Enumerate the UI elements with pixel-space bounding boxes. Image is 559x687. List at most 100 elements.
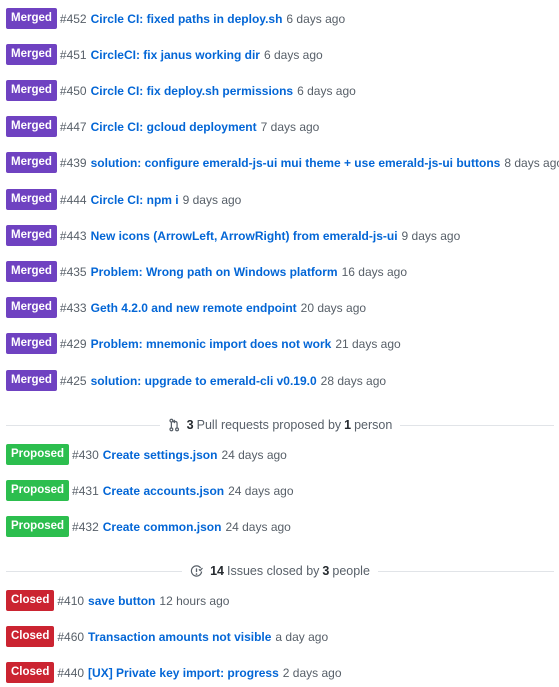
issue-number: #460 <box>57 629 85 644</box>
merged-badge: Merged <box>6 225 57 246</box>
divider-line <box>400 424 555 426</box>
pr-time: 24 days ago <box>228 483 294 498</box>
pr-time: 9 days ago <box>182 192 242 207</box>
pr-time: 6 days ago <box>297 83 356 98</box>
pr-title-link[interactable]: Problem: mnemonic import does not work <box>91 337 332 351</box>
pr-title-link[interactable]: Circle CI: npm i <box>91 193 179 207</box>
divider-line <box>6 570 183 572</box>
closed-issue-row: Closed #460 Transaction amounts not visi… <box>6 626 328 647</box>
merged-badge: Merged <box>6 297 57 318</box>
closed-count: 14 <box>210 564 224 578</box>
closed-issue-row: Closed #410 save button 12 hours ago <box>6 590 229 611</box>
merged-badge: Merged <box>6 152 57 173</box>
pr-number: #432 <box>72 519 99 534</box>
closed-people-label: people <box>332 564 370 578</box>
pr-time: 24 days ago <box>225 519 291 534</box>
pr-title-link[interactable]: Problem: Wrong path on Windows platform <box>91 265 338 279</box>
issue-time: 12 hours ago <box>159 593 230 608</box>
issue-title-link[interactable]: save button <box>88 594 155 608</box>
pr-number: #451 <box>59 47 87 62</box>
pr-title-link[interactable]: Create accounts.json <box>103 484 224 498</box>
divider-line <box>6 424 160 426</box>
pr-number: #429 <box>59 336 87 351</box>
proposed-pr-row: Proposed #432 Create common.json 24 days… <box>6 516 291 537</box>
pr-title-link[interactable]: Circle CI: fix deploy.sh permissions <box>91 84 294 98</box>
pr-title-link[interactable]: New icons (ArrowLeft, ArrowRight) from e… <box>91 229 398 243</box>
merged-pr-row: Merged #443 New icons (ArrowLeft, ArrowR… <box>6 225 460 246</box>
pr-number: #443 <box>59 228 87 243</box>
closed-badge: Closed <box>6 590 55 611</box>
proposed-badge: Proposed <box>6 516 70 537</box>
merged-badge: Merged <box>6 8 57 29</box>
issue-title-link[interactable]: Transaction amounts not visible <box>88 630 271 644</box>
git-pull-request-icon <box>169 418 179 432</box>
issue-time: a day ago <box>275 629 329 644</box>
proposed-pr-row: Proposed #431 Create accounts.json 24 da… <box>6 480 294 501</box>
pr-number: #425 <box>59 373 87 388</box>
merged-badge: Merged <box>6 80 57 101</box>
pr-time: 6 days ago <box>286 11 346 26</box>
merged-pr-row: Merged #439 solution: configure emerald-… <box>6 152 559 173</box>
merged-badge: Merged <box>6 261 57 282</box>
closed-badge: Closed <box>6 662 55 683</box>
merged-badge: Merged <box>6 189 57 210</box>
proposed-pr-row: Proposed #430 Create settings.json 24 da… <box>6 444 287 465</box>
closed-people-count: 3 <box>322 564 330 578</box>
pr-number: #431 <box>72 483 99 498</box>
pr-number: #450 <box>59 83 87 98</box>
pr-title-link[interactable]: Create settings.json <box>103 448 218 462</box>
pr-time: 16 days ago <box>341 264 407 279</box>
proposed-text: Pull requests proposed by <box>196 418 342 432</box>
merged-pr-row: Merged #435 Problem: Wrong path on Windo… <box>6 261 407 282</box>
pr-title-link[interactable]: solution: upgrade to emerald-cli v0.19.0 <box>91 374 317 388</box>
issue-title-link[interactable]: [UX] Private key import: progress <box>88 666 279 680</box>
pr-time: 20 days ago <box>300 300 367 315</box>
pr-title-link[interactable]: solution: configure emerald-js-ui mui th… <box>91 156 501 170</box>
pr-time: 24 days ago <box>221 447 287 462</box>
pr-title-link[interactable]: Geth 4.2.0 and new remote endpoint <box>91 301 297 315</box>
issue-time: 2 days ago <box>282 665 342 680</box>
merged-badge: Merged <box>6 116 57 137</box>
merged-badge: Merged <box>6 370 57 391</box>
merged-pr-row: Merged #450 Circle CI: fix deploy.sh per… <box>6 80 356 101</box>
proposed-section-header: 3 Pull requests proposed by 1 person <box>6 418 555 432</box>
pr-title-link[interactable]: Create common.json <box>103 520 222 534</box>
closed-text: Issues closed by <box>227 564 320 578</box>
pr-title-link[interactable]: Circle CI: fixed paths in deploy.sh <box>91 12 283 26</box>
divider-line <box>377 570 555 572</box>
pr-time: 9 days ago <box>401 228 461 243</box>
pr-number: #435 <box>59 264 87 279</box>
closed-badge: Closed <box>6 626 55 647</box>
closed-summary: 14 Issues closed by 3 people <box>182 564 378 578</box>
proposed-people-label: person <box>354 418 393 432</box>
merged-pr-row: Merged #447 Circle CI: gcloud deployment… <box>6 116 319 137</box>
proposed-count: 3 <box>186 418 194 432</box>
merged-pr-row: Merged #429 Problem: mnemonic import doe… <box>6 333 401 354</box>
proposed-people-count: 1 <box>344 418 352 432</box>
merged-pr-row: Merged #433 Geth 4.2.0 and new remote en… <box>6 297 366 318</box>
issue-closed-icon <box>190 564 203 577</box>
pr-time: 7 days ago <box>260 119 320 134</box>
pr-number: #444 <box>59 192 87 207</box>
pr-title-link[interactable]: CircleCI: fix janus working dir <box>91 48 260 62</box>
pr-time: 28 days ago <box>320 373 387 388</box>
pr-time: 6 days ago <box>263 47 323 62</box>
pr-time: 8 days ago <box>504 155 559 170</box>
merged-pr-row: Merged #444 Circle CI: npm i 9 days ago <box>6 189 241 210</box>
pr-time: 21 days ago <box>335 336 401 351</box>
issue-number: #410 <box>57 593 85 608</box>
issue-number: #440 <box>57 665 85 680</box>
pr-number: #433 <box>59 300 87 315</box>
pr-title-link[interactable]: Circle CI: gcloud deployment <box>91 120 257 134</box>
merged-pr-row: Merged #425 solution: upgrade to emerald… <box>6 370 386 391</box>
proposed-badge: Proposed <box>6 444 70 465</box>
pr-number: #430 <box>72 447 99 462</box>
merged-badge: Merged <box>6 44 57 65</box>
pr-number: #452 <box>59 11 87 26</box>
merged-pr-row: Merged #452 Circle CI: fixed paths in de… <box>6 8 345 29</box>
closed-section-header: 14 Issues closed by 3 people <box>6 564 555 578</box>
pr-number: #447 <box>59 119 87 134</box>
proposed-badge: Proposed <box>6 480 70 501</box>
merged-pr-row: Merged #451 CircleCI: fix janus working … <box>6 44 323 65</box>
proposed-summary: 3 Pull requests proposed by 1 person <box>160 418 401 432</box>
